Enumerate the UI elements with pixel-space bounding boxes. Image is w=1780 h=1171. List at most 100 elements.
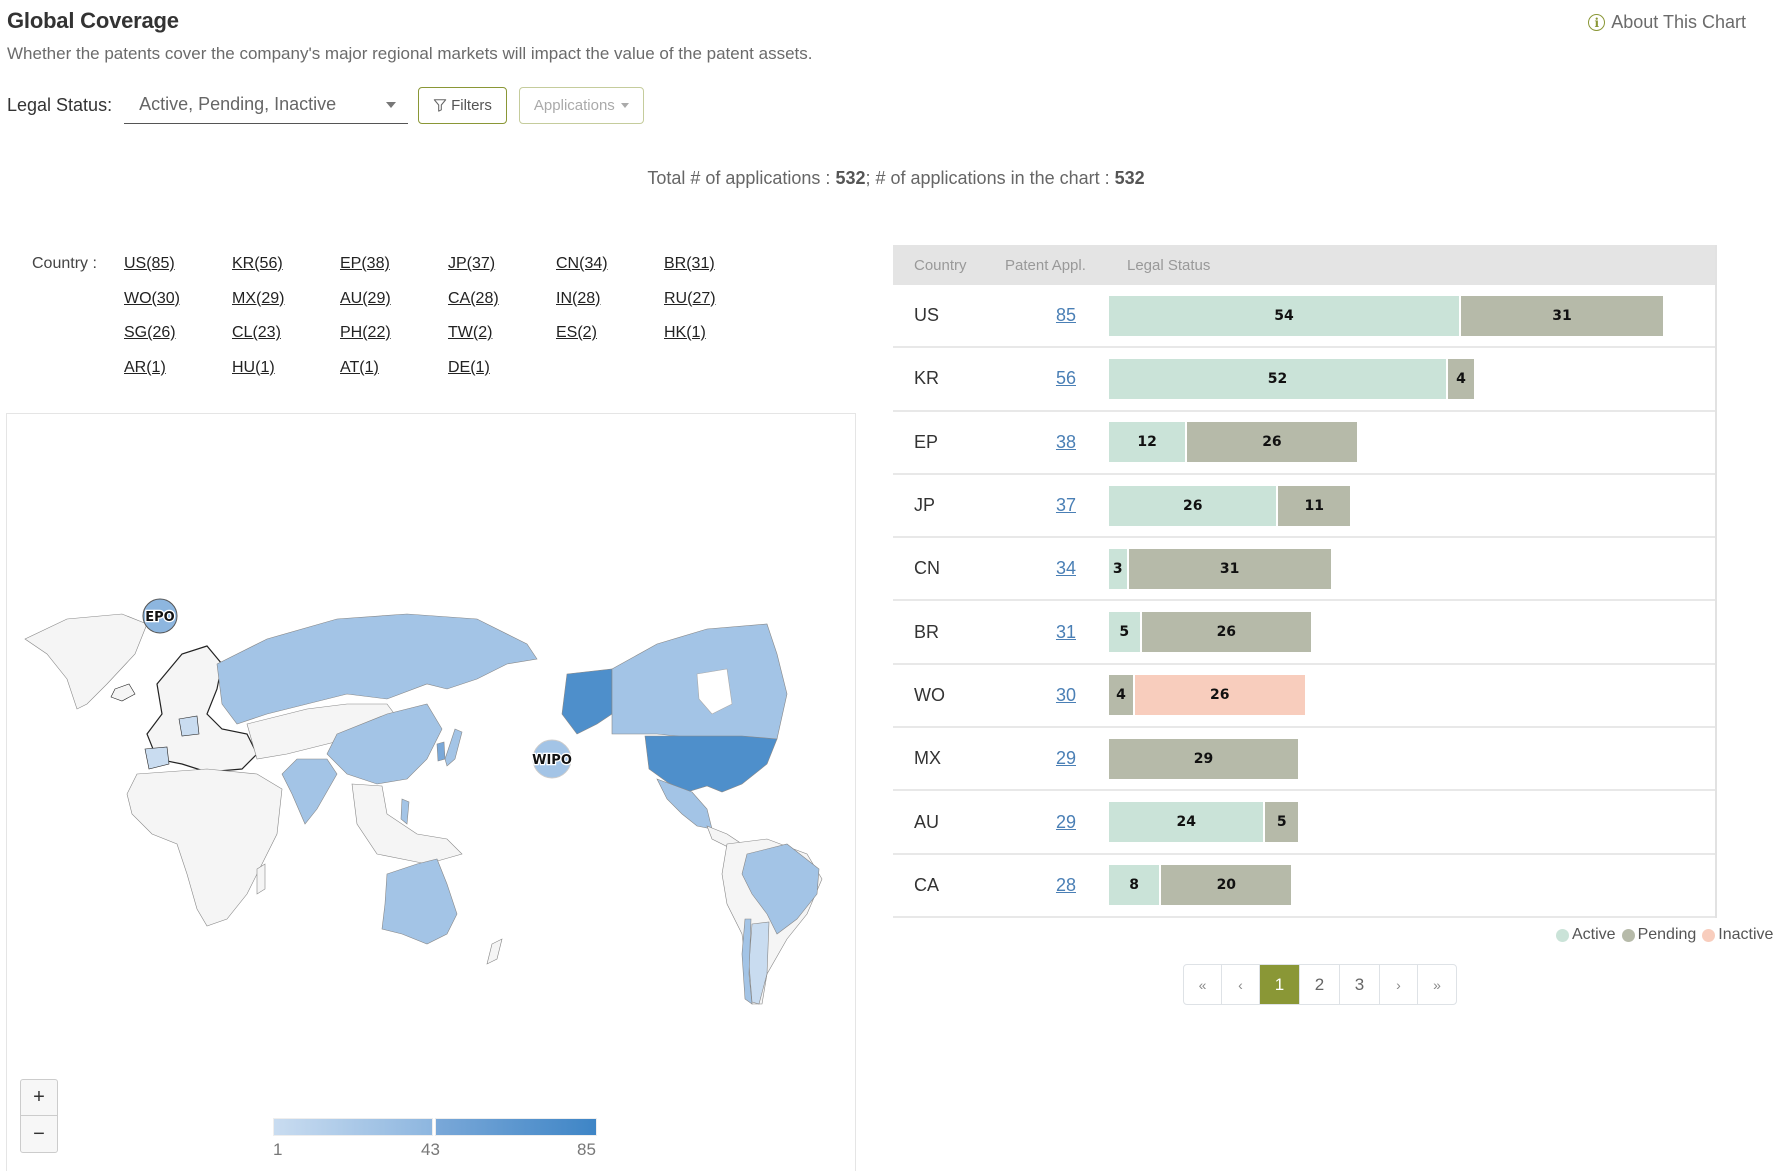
country-link[interactable]: AU(29) [340,288,448,309]
header-legal-status: Legal Status [1127,256,1211,274]
page-prev-button[interactable]: ‹ [1222,965,1260,1004]
row-count-link[interactable]: 34 [1005,558,1076,579]
country-link[interactable]: SG(26) [124,322,232,343]
bar-segment-pending[interactable]: 11 [1278,485,1351,526]
about-chart-link[interactable]: i About This Chart [1588,12,1746,33]
funnel-icon [433,99,447,112]
row-count-link[interactable]: 29 [1005,748,1076,769]
map-region-au [381,858,458,945]
bar-segment-active[interactable]: 12 [1109,422,1186,463]
bar-segment-pending[interactable]: 29 [1109,738,1298,779]
totals-prefix: Total # of applications : [647,168,836,188]
bar-segment-active[interactable]: 24 [1109,802,1264,843]
map-zoom-in-button[interactable]: + [21,1080,57,1116]
legend-item-inactive[interactable]: Inactive [1702,926,1773,944]
country-link[interactable]: CL(23) [232,322,340,343]
bar-segment-pending[interactable]: 4 [1109,675,1134,716]
color-scale-low-segment [273,1118,433,1136]
country-link[interactable]: JP(37) [448,253,556,274]
country-link[interactable]: CN(34) [556,253,664,274]
country-link[interactable]: US(85) [124,253,232,274]
bar-segment-active[interactable]: 3 [1109,548,1127,589]
legend-label: Pending [1637,926,1697,943]
legal-status-value: Active, Pending, Inactive [139,94,337,114]
bar-segment-pending[interactable]: 31 [1460,295,1663,336]
row-count-link[interactable]: 85 [1005,305,1076,326]
row-count-link[interactable]: 56 [1005,368,1076,389]
country-link[interactable]: PH(22) [340,322,448,343]
row-country: WO [914,684,945,705]
table-row: US 85 54 31 [893,285,1715,349]
bar-segment-pending[interactable]: 20 [1161,865,1292,906]
map-region-ar [748,921,770,1005]
map-bubble-epo[interactable]: EPO [142,598,178,634]
country-link[interactable]: IN(28) [556,288,664,309]
legend-label: Inactive [1718,926,1774,943]
country-link[interactable]: DE(1) [448,357,556,378]
map-region-de [178,715,200,737]
country-link[interactable]: TW(2) [448,322,556,343]
bar-segment-active[interactable]: 52 [1109,358,1446,399]
page-3-button[interactable]: 3 [1340,965,1380,1004]
country-link[interactable]: CA(28) [448,288,556,309]
row-status-bar: 4 26 [1109,675,1715,716]
bar-segment-active[interactable]: 5 [1109,612,1140,653]
row-country: US [914,305,940,326]
map-region-africa [126,768,283,927]
map-region-nz [486,938,503,965]
bar-segment-active[interactable]: 26 [1109,485,1277,526]
page-last-button[interactable]: » [1418,965,1456,1004]
country-link[interactable]: WO(30) [124,288,232,309]
bar-segment-active[interactable]: 8 [1109,865,1160,906]
bar-segment-active[interactable]: 54 [1109,295,1459,336]
table-row: KR 56 52 4 [893,348,1715,412]
country-link[interactable]: AR(1) [124,357,232,378]
bar-segment-pending[interactable]: 4 [1447,358,1474,399]
table-row: AU 29 24 5 [893,791,1715,855]
bar-segment-pending[interactable]: 5 [1265,802,1298,843]
row-count-link[interactable]: 28 [1005,875,1076,896]
legend-label: Active [1572,926,1616,943]
legend-item-active[interactable]: Active [1556,926,1616,944]
filters-button[interactable]: Filters [418,86,507,124]
caret-down-icon [620,102,629,108]
country-link[interactable]: KR(56) [232,253,340,274]
bar-segment-inactive[interactable]: 26 [1135,675,1305,716]
page-first-button[interactable]: « [1184,965,1222,1004]
row-count-link[interactable]: 38 [1005,432,1076,453]
row-count-link[interactable]: 37 [1005,495,1076,516]
country-link[interactable]: BR(31) [664,253,772,274]
page-2-button[interactable]: 2 [1300,965,1340,1004]
bar-segment-pending[interactable]: 31 [1128,548,1331,589]
country-link[interactable]: MX(29) [232,288,340,309]
color-scale-min-label: 1 [273,1140,283,1159]
row-country: EP [914,431,939,452]
bar-segment-pending[interactable]: 26 [1141,612,1312,653]
map-zoom-out-button[interactable]: − [21,1116,57,1152]
row-count-link[interactable]: 30 [1005,685,1076,706]
legal-status-select[interactable]: Active, Pending, Inactive [124,86,409,124]
world-map[interactable]: EPO WIPO [7,414,855,1171]
page-next-button[interactable]: › [1380,965,1418,1004]
applications-in-chart: 532 [1114,168,1145,188]
legend-item-pending[interactable]: Pending [1621,926,1697,944]
page-1-button[interactable]: 1 [1260,965,1300,1004]
row-status-bar: 26 11 [1109,485,1715,526]
row-count-link[interactable]: 29 [1005,812,1076,833]
map-zoom-control: + − [20,1079,58,1153]
applications-dropdown-button[interactable]: Applications [518,86,644,124]
legend-dot-icon [1556,928,1569,942]
row-status-bar: 52 4 [1109,358,1715,399]
country-link[interactable]: AT(1) [340,357,448,378]
country-link[interactable]: RU(27) [664,288,772,309]
map-bubble-wipo[interactable]: WIPO [531,739,573,779]
country-link[interactable]: HK(1) [664,322,772,343]
about-chart-label: About This Chart [1611,12,1746,32]
country-link[interactable]: EP(38) [340,253,448,274]
bar-segment-pending[interactable]: 26 [1187,422,1357,463]
row-country: CN [914,558,940,579]
country-link[interactable]: ES(2) [556,322,664,343]
row-count-link[interactable]: 31 [1005,622,1076,643]
row-status-bar: 12 26 [1109,422,1715,463]
country-link[interactable]: HU(1) [232,357,340,378]
